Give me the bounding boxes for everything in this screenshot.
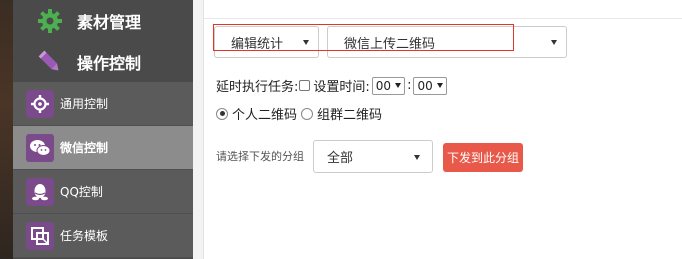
sidebar-item-label: QQ控制: [60, 185, 103, 199]
delay-label: 延时执行任务:: [216, 80, 299, 95]
settings-gear-icon: [26, 89, 54, 118]
qr-type-row: 个人二维码 组群二维码: [216, 104, 382, 123]
sidebar-item-label: 微信控制: [60, 141, 109, 155]
chevron-down-icon: [436, 83, 443, 88]
wechat-icon: [26, 133, 54, 162]
hour-value: 00: [375, 78, 392, 93]
action-select[interactable]: 微信上传二维码: [327, 26, 567, 58]
sidebar-item-label: 操作控制: [77, 53, 142, 73]
sidebar-edge-strip: [0, 0, 13, 259]
set-time-label: 设置时间:: [313, 80, 370, 95]
sidebar-item-label: 任务模板: [60, 229, 109, 243]
sidebar-item-material-management[interactable]: 素材管理: [13, 0, 193, 41]
delay-row: 延时执行任务: 设置时间: 00 : 00: [216, 76, 449, 95]
sidebar-item-general-control[interactable]: 通用控制: [13, 82, 193, 126]
hour-select[interactable]: 00: [371, 76, 406, 95]
group-select-value: 全部: [327, 151, 354, 166]
chevron-down-icon: [551, 40, 557, 45]
personal-qr-label: 个人二维码: [232, 108, 298, 123]
minute-value: 00: [417, 78, 433, 93]
category-select-value: 编辑统计: [231, 36, 284, 52]
sidebar-item-label: 素材管理: [77, 12, 142, 32]
group-qr-label: 组群二维码: [317, 108, 383, 123]
sidebar-divider: [193, 0, 204, 259]
action-select-value: 微信上传二维码: [344, 36, 436, 52]
qq-penguin-icon: [26, 177, 54, 206]
time-separator: :: [407, 78, 412, 93]
sidebar-item-operation-control[interactable]: 操作控制: [13, 41, 193, 82]
category-select[interactable]: 编辑统计: [214, 26, 319, 58]
group-select-label: 请选择下发的分组: [216, 150, 304, 163]
template-icon: [26, 221, 54, 250]
chevron-down-icon: [303, 40, 309, 45]
sidebar: 素材管理 操作控制 通用控制 微信控制 QQ控制 任务模板: [0, 0, 193, 259]
send-to-group-button[interactable]: 下发到此分组: [443, 143, 523, 172]
group-select[interactable]: 全部: [313, 140, 433, 173]
gear-icon: [37, 8, 63, 34]
sidebar-item-task-template[interactable]: 任务模板: [13, 214, 193, 258]
header-divider: [204, 18, 682, 19]
group-qr-radio[interactable]: [301, 107, 314, 120]
sidebar-item-qq-control[interactable]: QQ控制: [13, 170, 193, 214]
main-panel: 编辑统计 微信上传二维码 延时执行任务: 设置时间: 00 : 00 个人二维码…: [204, 0, 682, 259]
sidebar-item-wechat-control[interactable]: 微信控制: [13, 126, 193, 170]
personal-qr-radio[interactable]: [216, 107, 228, 120]
chevron-down-icon: [395, 83, 402, 88]
minute-select[interactable]: 00: [413, 76, 447, 95]
sidebar-top-menu: 素材管理 操作控制: [13, 0, 193, 82]
set-time-checkbox[interactable]: [299, 80, 311, 91]
chevron-down-icon: [414, 155, 420, 160]
sidebar-item-label: 通用控制: [60, 97, 109, 111]
pencil-icon: [37, 49, 63, 75]
